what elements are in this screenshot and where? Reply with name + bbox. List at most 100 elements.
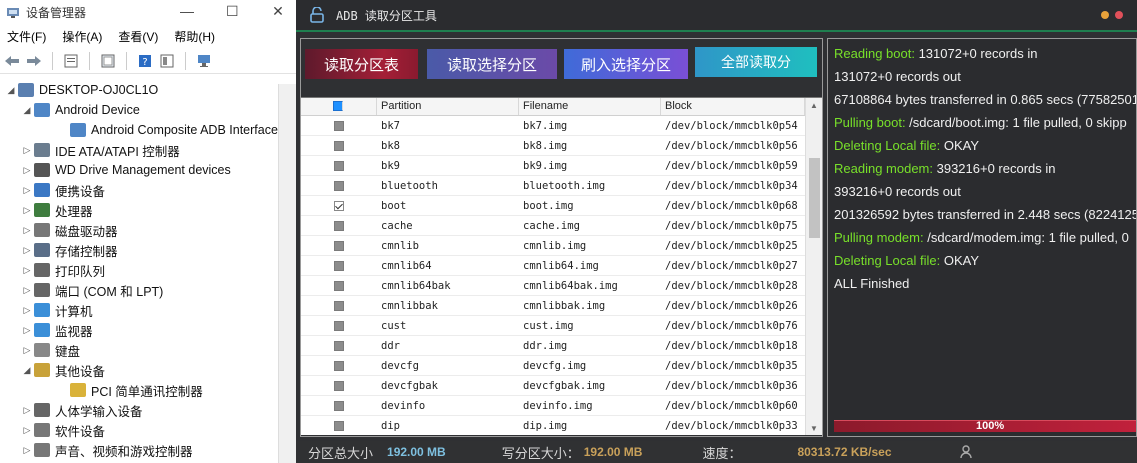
menu-file[interactable]: 文件(F) [7, 28, 46, 45]
forward-arrow-icon[interactable] [24, 51, 44, 71]
minimize-dot[interactable] [1101, 11, 1109, 19]
tree-item[interactable]: ▷ 软件设备 [0, 420, 296, 440]
table-row[interactable]: devcfgbak devcfgbak.img/dev/block/mmcblk0… [301, 376, 822, 396]
processor-icon [34, 203, 50, 217]
row-checkbox[interactable] [334, 360, 344, 371]
table-row[interactable]: bk9 bk9.img/dev/block/mmcblk0p59 [301, 156, 822, 176]
view-icon[interactable] [157, 51, 177, 71]
row-checkbox[interactable] [334, 340, 344, 351]
close-dot[interactable] [1115, 11, 1123, 19]
row-checkbox[interactable] [334, 280, 344, 291]
tree-item[interactable]: ◢ Android Device [0, 100, 296, 120]
row-checkbox[interactable] [334, 240, 344, 251]
table-row[interactable]: cmnlib cmnlib.img/dev/block/mmcblk0p25 [301, 236, 822, 256]
tree-item[interactable]: ▷ 人体学输入设备 [0, 400, 296, 420]
table-row[interactable]: cust cust.img/dev/block/mmcblk0p76 [301, 316, 822, 336]
table-row[interactable]: devinfo devinfo.img/dev/block/mmcblk0p60 [301, 396, 822, 416]
read-selected-partition-button[interactable]: 读取选择分区 [427, 49, 557, 79]
row-checkbox[interactable] [334, 120, 344, 131]
tree-item[interactable]: ▷ 监视器 [0, 320, 296, 340]
row-checkbox[interactable] [334, 160, 344, 171]
row-checkbox[interactable] [334, 260, 344, 271]
table-row[interactable]: bluetooth bluetooth.img/dev/block/mmcblk0… [301, 176, 822, 196]
table-row[interactable]: cmnlibbak cmnlibbak.img/dev/block/mmcblk0… [301, 296, 822, 316]
tree-item[interactable]: Android Composite ADB Interface [0, 120, 296, 140]
menu-view[interactable]: 查看(V) [118, 28, 158, 45]
row-checkbox[interactable] [334, 220, 344, 231]
table-row[interactable]: ddr ddr.img/dev/block/mmcblk0p18 [301, 336, 822, 356]
tree-item[interactable]: ▷ 端口 (COM 和 LPT) [0, 280, 296, 300]
row-checkbox[interactable] [334, 180, 344, 191]
collapsed-arrow-icon[interactable]: ▷ [20, 325, 34, 336]
tree-item[interactable]: ▷ 存储控制器 [0, 240, 296, 260]
collapsed-arrow-icon[interactable]: ▷ [20, 225, 34, 236]
user-icon[interactable] [959, 445, 972, 459]
table-row[interactable]: cmnlib64bak cmnlib64bak.img/dev/block/mmc… [301, 276, 822, 296]
tree-item[interactable]: ▷ 便携设备 [0, 180, 296, 200]
row-checkbox[interactable] [334, 300, 344, 311]
tree-item[interactable]: PCI 简单通讯控制器 [0, 380, 296, 400]
close-icon[interactable]: ✕ [272, 3, 284, 20]
menu-help[interactable]: 帮助(H) [174, 28, 215, 45]
table-row[interactable]: devcfg devcfg.img/dev/block/mmcblk0p35 [301, 356, 822, 376]
tree-item[interactable]: ▷ IDE ATA/ATAPI 控制器 [0, 140, 296, 160]
collapsed-arrow-icon[interactable]: ▷ [20, 145, 34, 156]
scan-hardware-icon[interactable] [194, 51, 214, 71]
table-row[interactable]: dip dip.img/dev/block/mmcblk0p33 [301, 416, 822, 435]
table-scrollbar[interactable]: ▲ ▼ [805, 98, 822, 435]
header-filename[interactable]: Filename [519, 98, 661, 115]
tree-item[interactable]: ▷ 打印队列 [0, 260, 296, 280]
collapsed-arrow-icon[interactable]: ▷ [20, 425, 34, 436]
menu-action[interactable]: 操作(A) [62, 28, 102, 45]
collapsed-arrow-icon[interactable]: ▷ [20, 245, 34, 256]
pane-splitter[interactable] [278, 84, 296, 463]
tree-item[interactable]: ▷ 键盘 [0, 340, 296, 360]
flash-selected-partition-button[interactable]: 刷入选择分区 [564, 49, 688, 79]
tree-item[interactable]: ▷ 声音、视频和游戏控制器 [0, 440, 296, 460]
expanded-arrow-icon[interactable]: ◢ [20, 105, 34, 116]
collapsed-arrow-icon[interactable]: ▷ [20, 445, 34, 456]
tree-item[interactable]: ▷ WD Drive Management devices [0, 160, 296, 180]
scroll-thumb[interactable] [809, 158, 820, 238]
maximize-icon[interactable]: ☐ [226, 3, 239, 20]
scroll-up-icon[interactable]: ▲ [810, 101, 818, 110]
collapsed-arrow-icon[interactable]: ▷ [20, 165, 34, 176]
tree-item[interactable]: ▷ 计算机 [0, 300, 296, 320]
tree-item[interactable]: ◢ DESKTOP-OJ0CL1O [0, 80, 296, 100]
expanded-arrow-icon[interactable]: ◢ [20, 365, 34, 376]
row-checkbox[interactable] [334, 140, 344, 151]
read-all-partitions-button[interactable]: 全部读取分 [695, 47, 817, 77]
row-checkbox[interactable] [334, 320, 344, 331]
collapsed-arrow-icon[interactable]: ▷ [20, 405, 34, 416]
row-checkbox[interactable] [334, 420, 344, 431]
header-partition[interactable]: Partition [377, 98, 519, 115]
tree-item[interactable]: ◢ 其他设备 [0, 360, 296, 380]
table-row[interactable]: bk8 bk8.img/dev/block/mmcblk0p56 [301, 136, 822, 156]
update-driver-icon[interactable] [98, 51, 118, 71]
table-row[interactable]: bk7 bk7.img/dev/block/mmcblk0p54 [301, 116, 822, 136]
minimize-icon[interactable]: — [180, 3, 194, 20]
tree-item[interactable]: ▷ 磁盘驱动器 [0, 220, 296, 240]
collapsed-arrow-icon[interactable]: ▷ [20, 345, 34, 356]
properties-icon[interactable] [61, 51, 81, 71]
collapsed-arrow-icon[interactable]: ▷ [20, 285, 34, 296]
table-row[interactable]: cmnlib64 cmnlib64.img/dev/block/mmcblk0p2… [301, 256, 822, 276]
log-highlight: Pulling modem: [834, 230, 924, 245]
collapsed-arrow-icon[interactable]: ▷ [20, 265, 34, 276]
header-block[interactable]: Block [661, 98, 805, 115]
help-icon[interactable]: ? [135, 51, 155, 71]
row-checkbox[interactable] [334, 380, 344, 391]
read-partition-table-button[interactable]: 读取分区表 [305, 49, 418, 79]
row-checkbox[interactable] [334, 400, 344, 411]
collapsed-arrow-icon[interactable]: ▷ [20, 205, 34, 216]
collapsed-arrow-icon[interactable]: ▷ [20, 305, 34, 316]
table-row[interactable]: boot boot.img/dev/block/mmcblk0p68 [301, 196, 822, 216]
row-checkbox[interactable] [334, 200, 344, 211]
collapsed-arrow-icon[interactable]: ▷ [20, 185, 34, 196]
select-all-checkbox[interactable] [333, 101, 343, 111]
tree-item[interactable]: ▷ 处理器 [0, 200, 296, 220]
back-arrow-icon[interactable] [2, 51, 22, 71]
expanded-arrow-icon[interactable]: ◢ [4, 85, 18, 96]
table-row[interactable]: cache cache.img/dev/block/mmcblk0p75 [301, 216, 822, 236]
scroll-down-icon[interactable]: ▼ [810, 424, 818, 433]
